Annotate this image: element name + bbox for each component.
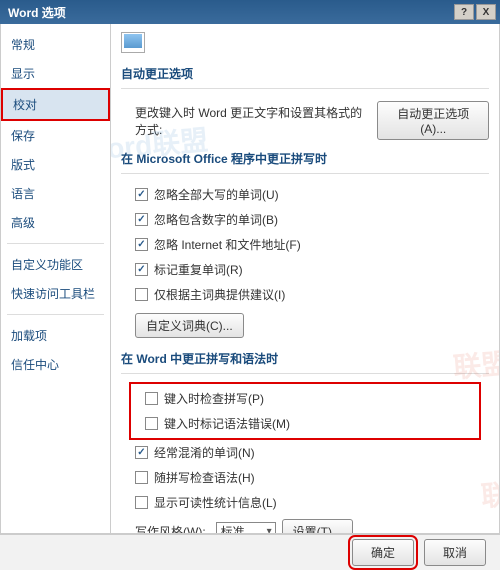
nav-language[interactable]: 语言 bbox=[1, 179, 110, 208]
label-ignore-uppercase: 忽略全部大写的单词(U) bbox=[154, 186, 279, 203]
nav-qat[interactable]: 快速访问工具栏 bbox=[1, 279, 110, 308]
section-autocorrect-title: 自动更正选项 bbox=[121, 59, 489, 89]
section-word-title: 在 Word 中更正拼写和语法时 bbox=[121, 344, 489, 374]
label-mark-grammar-type: 键入时标记语法错误(M) bbox=[164, 415, 290, 432]
writing-style-label: 写作风格(W): bbox=[135, 523, 210, 533]
label-readability-stats: 显示可读性统计信息(L) bbox=[154, 494, 277, 511]
main-panel[interactable]: Word联盟 联盟 联 自动更正选项 更改键入时 Word 更正文字和设置其格式… bbox=[111, 24, 499, 533]
label-check-spelling-type: 键入时检查拼写(P) bbox=[164, 390, 264, 407]
label-main-dict-only: 仅根据主词典提供建议(I) bbox=[154, 286, 285, 303]
autocorrect-options-button[interactable]: 自动更正选项(A)... bbox=[377, 101, 489, 140]
autocorrect-note: 更改键入时 Word 更正文字和设置其格式的方式: bbox=[135, 104, 371, 138]
section-office-title: 在 Microsoft Office 程序中更正拼写时 bbox=[121, 144, 489, 174]
nav-addins[interactable]: 加载项 bbox=[1, 321, 110, 350]
nav-layout[interactable]: 版式 bbox=[1, 150, 110, 179]
checkbox-confused-words[interactable] bbox=[135, 446, 148, 459]
separator bbox=[7, 243, 104, 244]
dialog-footer: 确定 取消 bbox=[0, 534, 500, 570]
checkbox-readability-stats[interactable] bbox=[135, 496, 148, 509]
custom-dictionaries-button[interactable]: 自定义词典(C)... bbox=[135, 313, 244, 338]
highlight-box-spellcheck: 键入时检查拼写(P) 键入时标记语法错误(M) bbox=[129, 382, 481, 440]
checkbox-ignore-internet[interactable] bbox=[135, 238, 148, 251]
section-icon bbox=[121, 32, 145, 53]
label-ignore-internet: 忽略 Internet 和文件地址(F) bbox=[154, 236, 301, 253]
nav-general[interactable]: 常规 bbox=[1, 30, 110, 59]
close-button[interactable]: X bbox=[476, 4, 496, 20]
checkbox-main-dict-only[interactable] bbox=[135, 288, 148, 301]
help-button[interactable]: ? bbox=[454, 4, 474, 20]
checkbox-flag-repeated[interactable] bbox=[135, 263, 148, 276]
label-ignore-numbers: 忽略包含数字的单词(B) bbox=[154, 211, 278, 228]
checkbox-ignore-numbers[interactable] bbox=[135, 213, 148, 226]
writing-style-value: 标准 bbox=[221, 523, 245, 533]
sidebar: 常规 显示 校对 保存 版式 语言 高级 自定义功能区 快速访问工具栏 加载项 … bbox=[1, 24, 111, 533]
ok-button[interactable]: 确定 bbox=[352, 539, 414, 566]
checkbox-grammar-with-spell[interactable] bbox=[135, 471, 148, 484]
cancel-button[interactable]: 取消 bbox=[424, 539, 486, 566]
nav-trust-center[interactable]: 信任中心 bbox=[1, 350, 110, 379]
window-title: Word 选项 bbox=[8, 4, 452, 21]
writing-style-select[interactable]: 标准 bbox=[216, 522, 276, 534]
label-confused-words: 经常混淆的单词(N) bbox=[154, 444, 255, 461]
settings-button[interactable]: 设置(T)... bbox=[282, 519, 353, 533]
checkbox-mark-grammar-type[interactable] bbox=[145, 417, 158, 430]
nav-advanced[interactable]: 高级 bbox=[1, 208, 110, 237]
separator bbox=[7, 314, 104, 315]
nav-save[interactable]: 保存 bbox=[1, 121, 110, 150]
nav-customize-ribbon[interactable]: 自定义功能区 bbox=[1, 250, 110, 279]
checkbox-ignore-uppercase[interactable] bbox=[135, 188, 148, 201]
titlebar: Word 选项 ? X bbox=[0, 0, 500, 24]
label-grammar-with-spell: 随拼写检查语法(H) bbox=[154, 469, 255, 486]
checkbox-check-spelling-type[interactable] bbox=[145, 392, 158, 405]
nav-display[interactable]: 显示 bbox=[1, 59, 110, 88]
nav-proofing[interactable]: 校对 bbox=[1, 88, 110, 121]
label-flag-repeated: 标记重复单词(R) bbox=[154, 261, 243, 278]
